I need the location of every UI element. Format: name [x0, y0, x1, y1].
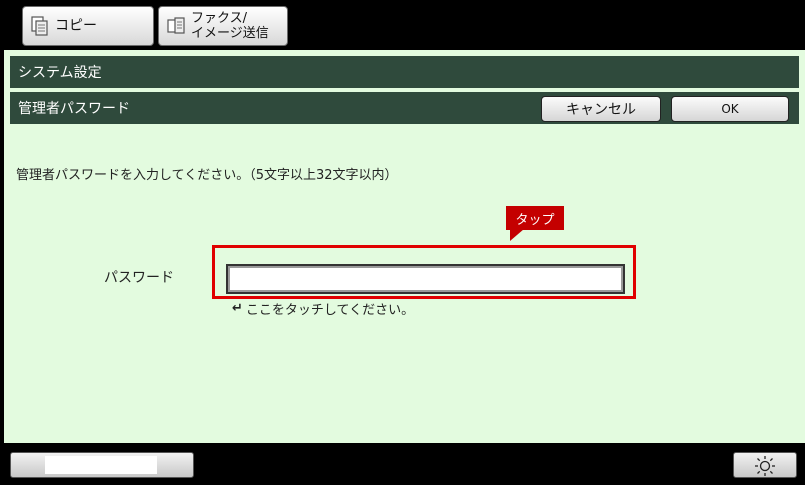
tap-callout: タップ [506, 206, 564, 230]
tab-fax-label: ファクス/ イメージ送信 [191, 11, 279, 41]
status-bar-button[interactable] [10, 452, 194, 478]
tab-fax-label-line1: ファクス/ [191, 11, 247, 26]
fax-icon [167, 17, 185, 34]
return-arrow-icon: ↵ [232, 301, 243, 316]
copy-icon [31, 16, 48, 36]
ok-button[interactable]: OK [671, 96, 789, 122]
main-panel: システム設定 管理者パスワード キャンセル OK 管理者パスワードを入力してくだ… [4, 50, 805, 443]
touch-hint-text: ここをタッチしてください。 [245, 303, 415, 318]
tap-callout-pointer [510, 229, 524, 241]
cancel-button[interactable]: キャンセル [541, 96, 661, 122]
tab-copy-label: コピー [55, 17, 97, 34]
system-settings-bar: システム設定 [10, 56, 799, 88]
status-bar-display [45, 456, 157, 474]
password-label: パスワード [104, 270, 174, 286]
tab-copy[interactable]: コピー [22, 6, 154, 46]
brightness-button[interactable] [733, 452, 797, 478]
tab-fax-label-line2: イメージ送信 [191, 26, 269, 41]
instruction-text: 管理者パスワードを入力してください。（5文字以上32文字以内） [16, 168, 398, 183]
system-settings-title: システム設定 [18, 65, 102, 81]
tab-fax-image-send[interactable]: ファクス/ イメージ送信 [158, 6, 288, 46]
touch-hint: ↵ ここをタッチしてください。 [232, 299, 414, 318]
admin-password-title: 管理者パスワード [18, 101, 130, 117]
password-input[interactable] [226, 264, 625, 294]
brightness-icon [755, 456, 775, 476]
admin-password-bar: 管理者パスワード キャンセル OK [10, 92, 799, 124]
